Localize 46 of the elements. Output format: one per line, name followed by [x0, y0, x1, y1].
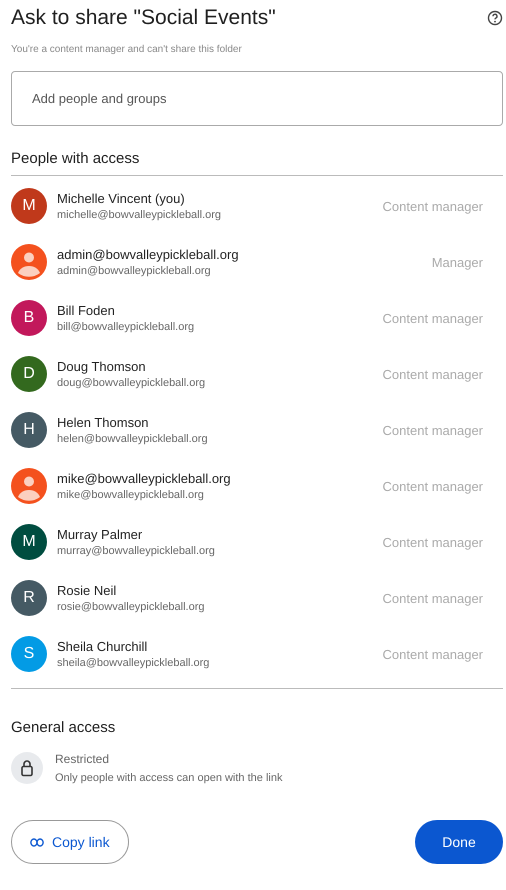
role-label: Content manager [382, 310, 483, 326]
access-setting[interactable]: Restricted [55, 752, 282, 766]
person-name: admin@bowvalleypickleball.org [57, 247, 240, 262]
avatar-initial: M [11, 188, 47, 224]
copy-link-button[interactable]: Copy link [11, 820, 129, 864]
role-label: Content manager [382, 534, 483, 550]
person-name: Sheila Churchill [57, 639, 148, 654]
role-label: Content manager [382, 646, 483, 662]
link-icon [30, 838, 44, 846]
role-label: Content manager [382, 478, 483, 494]
person-name: Murray Palmer [57, 527, 144, 542]
person-name: Helen Thomson [57, 415, 150, 430]
role-label: Content manager [382, 590, 483, 606]
person-name: Rosie Neil [57, 583, 118, 598]
person-email: doug@bowvalleypickleball.org [57, 377, 206, 389]
person-email: bill@bowvalleypickleball.org [57, 321, 196, 333]
person-name: Michelle Vincent (you) [57, 191, 186, 206]
role-label: Manager [432, 254, 483, 270]
avatar-initial: S [11, 636, 47, 672]
dialog-subtitle: You're a content manager and can't share this folder [11, 44, 243, 55]
person-email: mike@bowvalleypickleball.org [57, 489, 205, 501]
person-email: michelle@bowvalleypickleball.org [57, 209, 222, 221]
avatar-initial: B [11, 300, 47, 336]
person-name: Doug Thomson [57, 359, 147, 374]
dialog-title: Ask to share "Social Events" [11, 6, 276, 30]
role-label: Content manager [382, 422, 483, 438]
person-email: rosie@bowvalleypickleball.org [57, 601, 206, 613]
avatar-initial: D [11, 356, 47, 392]
done-button[interactable]: Done [415, 820, 503, 864]
lock-icon [11, 752, 43, 784]
person-email: murray@bowvalleypickleball.org [57, 545, 216, 557]
section-heading: General access [11, 719, 116, 736]
avatar-initial: M [11, 524, 47, 560]
person-email: sheila@bowvalleypickleball.org [57, 657, 210, 669]
avatar-initial: H [11, 412, 47, 448]
person-name: mike@bowvalleypickleball.org [57, 471, 232, 486]
person-name: Bill Foden [57, 303, 116, 318]
avatar-initial: R [11, 580, 47, 616]
person-email: helen@bowvalleypickleball.org [57, 433, 209, 445]
role-label: Content manager [382, 366, 483, 382]
person-email: admin@bowvalleypickleball.org [57, 265, 212, 277]
role-label: Content manager [382, 198, 483, 214]
help-icon[interactable] [487, 10, 503, 26]
access-description: Only people with access can open with the link [55, 772, 282, 784]
section-heading: People with access [11, 150, 140, 167]
add-people-field[interactable]: Add people and groups [11, 71, 503, 126]
